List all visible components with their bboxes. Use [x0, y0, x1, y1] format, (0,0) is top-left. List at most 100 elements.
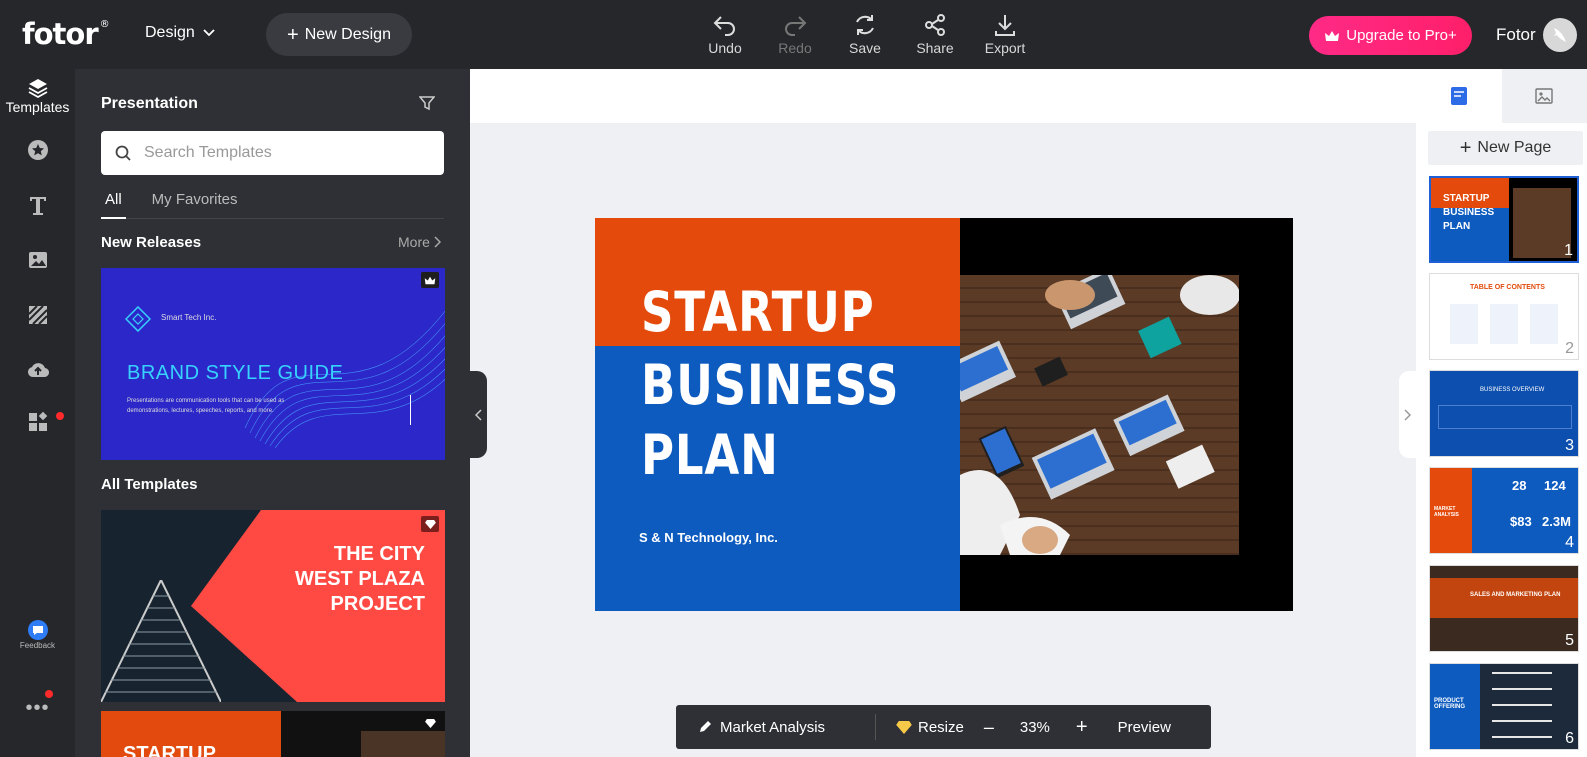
more-dots-icon: ••• — [25, 697, 50, 719]
panel-title: Presentation — [101, 95, 198, 112]
feedback-icon — [27, 620, 48, 640]
diamond-logo-icon — [125, 306, 151, 332]
template-card-startup[interactable]: STARTUP — [101, 711, 445, 757]
pencil-icon — [700, 721, 711, 732]
chevron-down-icon — [203, 29, 215, 37]
canvas-top-area — [470, 69, 1416, 123]
diamond-icon — [896, 720, 912, 734]
chevron-right-icon — [434, 236, 441, 248]
share-button[interactable]: Share — [900, 12, 970, 56]
bird-icon — [1554, 28, 1566, 42]
plus-icon: + — [1459, 137, 1472, 159]
image-icon — [1535, 88, 1553, 104]
zoom-in-button[interactable]: + — [1076, 716, 1088, 739]
avatar[interactable] — [1543, 18, 1577, 52]
rail-text[interactable] — [0, 194, 75, 216]
tab-my-favorites[interactable]: My Favorites — [148, 191, 242, 219]
zoom-level[interactable]: 33% — [1020, 719, 1050, 736]
undo-icon — [713, 16, 735, 36]
slide-title-line3[interactable]: PLAN — [641, 423, 779, 487]
save-button[interactable]: Save — [830, 12, 900, 56]
thumb-label: STARTUP BUSINESS PLAN — [1443, 193, 1495, 232]
design-menu[interactable]: Design — [145, 24, 215, 42]
rail-uploads[interactable] — [0, 359, 75, 381]
redo-icon — [785, 16, 807, 36]
background-icon — [27, 305, 48, 325]
fotor-logo[interactable]: fotor ® — [22, 17, 110, 51]
page-thumb-1[interactable]: STARTUP BUSINESS PLAN 1 — [1429, 176, 1579, 263]
crown-icon — [1325, 30, 1340, 41]
more-options-button[interactable]: ••• — [0, 697, 75, 720]
export-button[interactable]: Export — [970, 12, 1040, 56]
save-icon — [856, 15, 874, 35]
template-tabs: All My Favorites — [101, 191, 444, 219]
search-box — [101, 131, 444, 175]
filter-button[interactable] — [418, 95, 436, 116]
export-icon — [995, 15, 1015, 36]
thumb-label: TABLE OF CONTENTS — [1470, 284, 1545, 291]
slide-title-line1[interactable]: STARTUP — [641, 280, 875, 344]
more-link[interactable]: More — [398, 234, 441, 250]
tab-images[interactable] — [1501, 69, 1587, 123]
rail-background[interactable] — [0, 304, 75, 326]
search-icon — [115, 145, 131, 161]
divider — [410, 395, 411, 425]
card-text: THE CITY WEST PLAZA PROJECT — [295, 543, 425, 615]
chevron-left-icon — [475, 408, 482, 421]
tab-pages[interactable] — [1416, 69, 1502, 123]
premium-badge — [421, 715, 439, 731]
layers-icon — [28, 79, 47, 99]
card-title: BRAND STYLE GUIDE — [127, 362, 344, 384]
star-icon — [27, 140, 48, 160]
card-title: STARTUP — [123, 743, 216, 757]
card-subtitle: Presentations are communication tools th… — [127, 398, 285, 414]
design-menu-label: Design — [145, 24, 195, 41]
slide-canvas[interactable]: STARTUP BUSINESS PLAN S & N Technology, … — [595, 218, 1293, 611]
rail-photos[interactable] — [0, 249, 75, 271]
rail-templates[interactable]: Templates — [0, 77, 75, 115]
preview-button[interactable]: Preview — [1118, 719, 1171, 736]
zoom-out-button[interactable]: – — [984, 717, 994, 738]
all-templates-heading: All Templates — [101, 476, 198, 493]
new-page-button[interactable]: + New Page — [1428, 131, 1583, 165]
notification-dot — [56, 412, 64, 420]
new-releases-heading: New Releases — [101, 234, 202, 251]
page-name-button[interactable]: Market Analysis — [676, 714, 876, 740]
collapse-panel-button[interactable] — [470, 371, 487, 458]
template-card-brand-style-guide[interactable]: Smart Tech Inc. BRAND STYLE GUIDE Presen… — [101, 268, 445, 460]
slide-company[interactable]: S & N Technology, Inc. — [639, 530, 778, 545]
feedback-button[interactable]: Feedback — [0, 619, 75, 650]
share-icon — [925, 14, 945, 36]
apps-icon — [28, 411, 47, 431]
collapse-pages-button[interactable] — [1399, 371, 1416, 458]
tool-rail: Templates Feedback ••• — [0, 69, 75, 757]
upgrade-button[interactable]: Upgrade to Pro+ — [1309, 16, 1472, 55]
page-thumb-4[interactable]: MARKET ANALYSIS 28 124 $83 2.3M 4 — [1429, 467, 1579, 554]
page-thumb-5[interactable]: SALES AND MARKETING PLAN 5 — [1429, 565, 1579, 652]
thumb-label: PRODUCT OFFERING — [1434, 698, 1465, 710]
rail-elements[interactable] — [0, 139, 75, 161]
page-thumb-2[interactable]: TABLE OF CONTENTS 2 — [1429, 273, 1579, 360]
page-thumb-6[interactable]: PRODUCT OFFERING 6 — [1429, 663, 1579, 750]
tab-all[interactable]: All — [101, 191, 126, 219]
user-name[interactable]: Fotor — [1496, 25, 1536, 45]
pages-panel: + New Page STARTUP BUSINESS PLAN 1 TABLE… — [1416, 69, 1587, 757]
search-input[interactable] — [144, 144, 424, 162]
chevron-right-icon — [1404, 408, 1411, 421]
template-card-west-plaza[interactable]: THE CITY WEST PLAZA PROJECT — [101, 510, 445, 702]
building-lines — [101, 580, 221, 702]
pages-icon — [1450, 87, 1467, 105]
redo-button[interactable]: Redo — [760, 12, 830, 56]
resize-button[interactable]: Resize — [896, 719, 964, 736]
undo-button[interactable]: Undo — [690, 12, 760, 56]
slide-photo[interactable] — [960, 275, 1239, 555]
top-bar: fotor ® Design + New Design Undo Redo Sav… — [0, 0, 1587, 69]
photo-thumb — [361, 731, 445, 757]
cloud-upload-icon — [27, 363, 49, 378]
bottom-toolbar: Market Analysis Resize – 33% + Preview — [676, 705, 1211, 749]
new-design-button[interactable]: + New Design — [266, 13, 412, 56]
crown-icon — [424, 276, 436, 284]
page-thumb-3[interactable]: BUSINESS OVERVIEW 3 — [1429, 370, 1579, 457]
notification-dot — [45, 690, 53, 698]
slide-title-line2[interactable]: BUSINESS — [641, 353, 899, 417]
